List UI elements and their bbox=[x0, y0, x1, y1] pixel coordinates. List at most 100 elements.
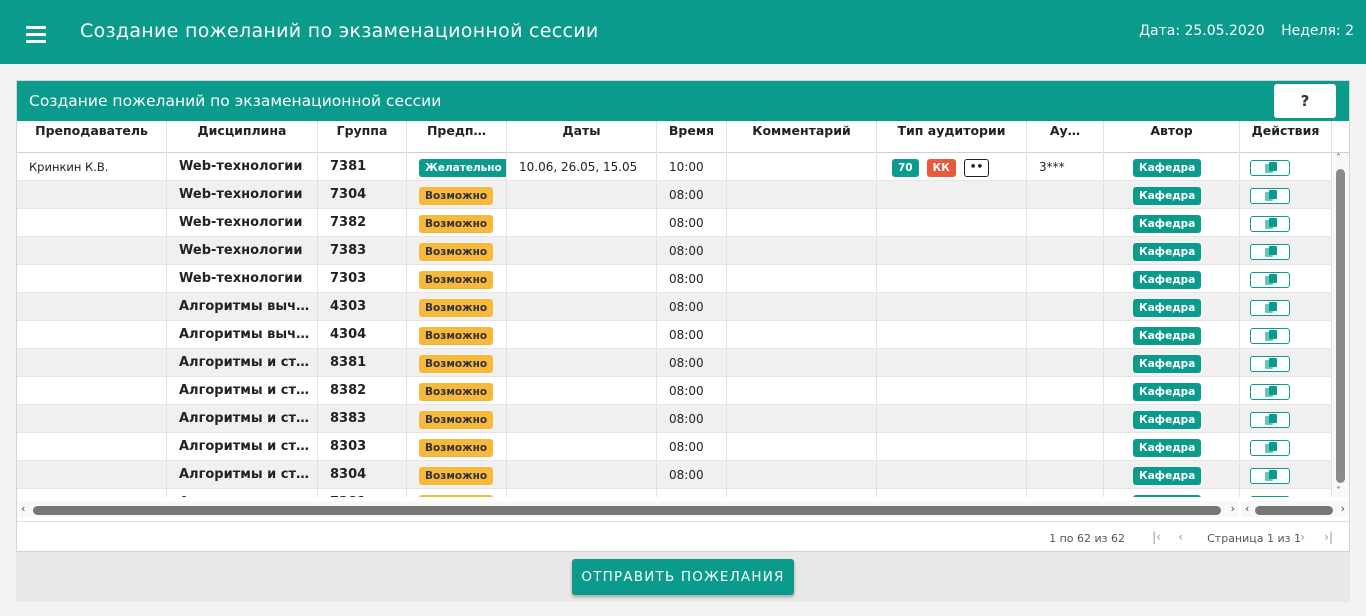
copy-icon bbox=[1265, 386, 1277, 397]
table-row[interactable]: Web-технологии 7383 Возможно 08:00 Кафедра bbox=[17, 237, 1332, 265]
author-badge: Кафедра bbox=[1133, 494, 1202, 497]
author-badge: Кафедра bbox=[1133, 158, 1202, 177]
table-row[interactable]: Алгоритмы и стр… 8303 Возможно 08:00 Кафедра bbox=[17, 433, 1332, 461]
preference-badge[interactable]: Возможно bbox=[419, 410, 494, 429]
copy-row-button[interactable] bbox=[1250, 356, 1290, 372]
scroll-right-icon[interactable]: › bbox=[1341, 502, 1345, 515]
table-row[interactable]: Алгоритмы и стр… 8382 Возможно 08:00 Кафедра bbox=[17, 377, 1332, 405]
column-header-group[interactable]: Группа bbox=[318, 121, 407, 153]
horizontal-scrollbar-actions[interactable]: ‹ › bbox=[1241, 501, 1349, 517]
author-badge: Кафедра bbox=[1133, 214, 1202, 233]
table-row[interactable]: Алгоритмы и стр… 8381 Возможно 08:00 Кафедра bbox=[17, 349, 1332, 377]
copy-row-button[interactable] bbox=[1250, 412, 1290, 428]
copy-row-button[interactable] bbox=[1250, 244, 1290, 260]
column-header-comment[interactable]: Комментарий bbox=[727, 121, 877, 153]
last-page-icon[interactable]: ›| bbox=[1324, 530, 1333, 544]
table-row[interactable]: Алгоритмы и стр… 8304 Возможно 08:00 Кафедра bbox=[17, 461, 1332, 489]
column-header-time[interactable]: Время bbox=[657, 121, 727, 153]
copy-row-button[interactable] bbox=[1250, 160, 1290, 176]
preference-badge[interactable]: Возможно bbox=[419, 326, 494, 345]
submit-wishes-button[interactable]: ОТПРАВИТЬ ПОЖЕЛАНИЯ bbox=[572, 559, 794, 595]
copy-row-button[interactable] bbox=[1250, 384, 1290, 400]
cell-dates: 10.06, 26.05, 15.05 bbox=[507, 153, 657, 181]
table-row[interactable]: Web-технологии 7382 Возможно 08:00 Кафедра bbox=[17, 209, 1332, 237]
preference-badge[interactable]: Возможно bbox=[419, 466, 494, 485]
help-button[interactable]: ? bbox=[1273, 83, 1337, 119]
preference-badge[interactable]: Возможно bbox=[419, 382, 494, 401]
copy-icon bbox=[1265, 470, 1277, 481]
hamburger-menu-icon[interactable] bbox=[26, 26, 46, 44]
horizontal-scroll-thumb-main[interactable] bbox=[33, 506, 1221, 515]
cell-discipline: Web-технологии bbox=[167, 181, 318, 209]
preference-badge[interactable]: Возможно bbox=[419, 438, 494, 457]
column-header-actions[interactable]: Действия bbox=[1240, 121, 1332, 153]
scroll-down-icon[interactable]: ˅ bbox=[1336, 486, 1341, 497]
horizontal-scrollbar-main[interactable]: ‹ › bbox=[17, 501, 1239, 517]
cell-time: 08:00 bbox=[657, 237, 727, 265]
cell-group: 7381 bbox=[318, 489, 407, 497]
cell-time: 08:00 bbox=[657, 489, 727, 497]
cell-discipline: Алгоритмы вычи… bbox=[167, 293, 318, 321]
copy-icon bbox=[1265, 302, 1277, 313]
table-row[interactable]: Алгоритмы и стр…7381 Возможно 08:00 Кафедра bbox=[17, 489, 1332, 497]
column-header-author[interactable]: Автор bbox=[1104, 121, 1240, 153]
copy-row-button[interactable] bbox=[1250, 496, 1290, 497]
preference-badge[interactable]: Возможно bbox=[419, 214, 494, 233]
column-header-dates[interactable]: Даты bbox=[507, 121, 657, 153]
column-header-room-type[interactable]: Тип аудитории bbox=[877, 121, 1027, 153]
preference-badge[interactable]: Возможно bbox=[419, 354, 494, 373]
scroll-left-icon[interactable]: ‹ bbox=[21, 502, 25, 515]
preference-badge[interactable]: Возможно bbox=[419, 186, 494, 205]
preference-badge[interactable]: Возможно bbox=[419, 298, 494, 317]
copy-row-button[interactable] bbox=[1250, 328, 1290, 344]
scroll-right-icon[interactable]: › bbox=[1231, 502, 1235, 515]
copy-row-button[interactable] bbox=[1250, 440, 1290, 456]
column-header-room[interactable]: Ау… bbox=[1027, 121, 1104, 153]
horizontal-scroll-thumb-actions[interactable] bbox=[1255, 506, 1333, 515]
cell-teacher bbox=[17, 349, 167, 377]
column-header-discipline[interactable]: Дисциплина bbox=[167, 121, 318, 153]
cell-preference: Возможно bbox=[407, 349, 507, 377]
first-page-icon[interactable]: |‹ bbox=[1152, 530, 1161, 544]
pager-summary: 1 по 62 из 62 bbox=[1049, 532, 1125, 545]
cell-preference: Возможно bbox=[407, 265, 507, 293]
prev-page-icon[interactable]: ‹ bbox=[1178, 530, 1183, 544]
author-badge: Кафедра bbox=[1133, 270, 1202, 289]
cell-group: 8382 bbox=[318, 377, 407, 405]
copy-row-button[interactable] bbox=[1250, 272, 1290, 288]
cell-dates bbox=[507, 489, 657, 497]
copy-row-button[interactable] bbox=[1250, 468, 1290, 484]
table-row[interactable]: Web-технологии 7304 Возможно 08:00 Кафедра bbox=[17, 181, 1332, 209]
column-header-teacher[interactable]: Преподаватель bbox=[17, 121, 167, 153]
cell-dates bbox=[507, 293, 657, 321]
cell-room bbox=[1027, 293, 1104, 321]
cell-author: Кафедра bbox=[1104, 433, 1240, 461]
page-indicator: Страница 1 из 1 bbox=[1207, 532, 1301, 545]
copy-row-button[interactable] bbox=[1250, 188, 1290, 204]
preference-badge[interactable]: Возможно bbox=[419, 242, 494, 261]
table-row[interactable]: Алгоритмы вычи… 4304 Возможно 08:00 Кафедра bbox=[17, 321, 1332, 349]
cell-time: 08:00 bbox=[657, 321, 727, 349]
preference-badge[interactable]: Желательно bbox=[419, 158, 506, 177]
cell-comment bbox=[727, 461, 877, 489]
cell-discipline: Алгоритмы и стр… bbox=[167, 349, 318, 377]
preference-badge[interactable]: Возможно bbox=[419, 494, 494, 497]
copy-row-button[interactable] bbox=[1250, 216, 1290, 232]
cell-teacher bbox=[17, 181, 167, 209]
copy-row-button[interactable] bbox=[1250, 300, 1290, 316]
cell-actions bbox=[1240, 181, 1332, 209]
preference-badge[interactable]: Возможно bbox=[419, 270, 494, 289]
cell-room bbox=[1027, 349, 1104, 377]
cell-group: 4304 bbox=[318, 321, 407, 349]
table-row[interactable]: Кринкин К.В. Web-технологии 7381 Желательно… bbox=[17, 153, 1332, 181]
vertical-scrollbar[interactable]: ˄ ˅ bbox=[1333, 153, 1349, 497]
table-row[interactable]: Алгоритмы и стр… 8383 Возможно 08:00 Кафедра bbox=[17, 405, 1332, 433]
scroll-left-icon[interactable]: ‹ bbox=[1245, 502, 1249, 515]
vertical-scroll-thumb[interactable] bbox=[1336, 169, 1345, 483]
column-header-preference[interactable]: Предп… bbox=[407, 121, 507, 153]
next-page-icon[interactable]: › bbox=[1300, 530, 1305, 544]
cell-author: Кафедра bbox=[1104, 265, 1240, 293]
scroll-up-icon[interactable]: ˄ bbox=[1336, 153, 1341, 164]
table-row[interactable]: Web-технологии 7303 Возможно 08:00 Кафедра bbox=[17, 265, 1332, 293]
table-row[interactable]: Алгоритмы вычи… 4303 Возможно 08:00 Кафедра bbox=[17, 293, 1332, 321]
